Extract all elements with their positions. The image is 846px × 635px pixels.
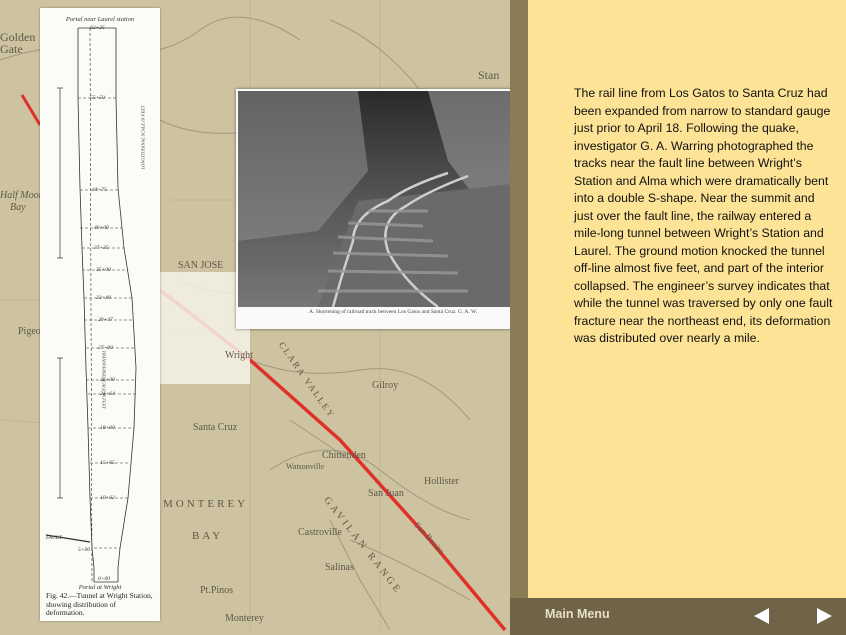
fault-label: FAULT bbox=[46, 535, 62, 541]
photo-caption: A. Shortening of railroad track between … bbox=[308, 309, 478, 315]
map-label-gilroy: Gilroy bbox=[372, 380, 399, 391]
map-label-chittenden: Chittenden bbox=[322, 450, 366, 461]
next-page-button[interactable] bbox=[814, 606, 834, 626]
right-arrow-icon bbox=[817, 608, 832, 624]
station-label: 21+64 bbox=[100, 391, 115, 397]
diagram-bottom-label: Portal at Wright bbox=[78, 584, 122, 591]
map-label-pt-pinos: Pt.Pinos bbox=[200, 585, 234, 596]
map-label-san-juan: San Juan bbox=[368, 488, 404, 499]
map-label-pigeon: Pigeo bbox=[18, 326, 41, 337]
station-label: 44+75 bbox=[92, 187, 107, 193]
station-label: 29+47 bbox=[98, 317, 113, 323]
station-label: 10+62 bbox=[100, 495, 115, 501]
map-label-castroville: Castroville bbox=[298, 527, 342, 538]
long-scale-label: LONGITUDINAL SCALE IN FEET bbox=[140, 105, 146, 170]
prev-page-button[interactable] bbox=[752, 606, 772, 626]
map-label-santa-cruz: Santa Cruz bbox=[193, 422, 238, 433]
station-label: 0+00 bbox=[98, 576, 110, 582]
station-label: 35+00 bbox=[96, 267, 111, 273]
panel-divider bbox=[510, 0, 528, 635]
photo-image bbox=[238, 91, 548, 307]
map-label-san-jose: SAN JOSE bbox=[178, 260, 224, 271]
photo-illustration bbox=[238, 91, 548, 307]
map-label-wright: Wright bbox=[225, 350, 253, 361]
station-label: 40+00 bbox=[94, 225, 109, 231]
map-label-monterey-bay: MONTEREY bbox=[163, 498, 249, 510]
station-label: 15+65 bbox=[100, 460, 115, 466]
map-label-salinas: Salinas bbox=[325, 562, 354, 573]
station-label: 5+00 bbox=[78, 547, 90, 553]
railroad-photo: A. Shortening of railroad track between … bbox=[236, 89, 550, 329]
map-label-half-moon: Half Moon bbox=[0, 190, 44, 201]
station-label: 55+50 bbox=[90, 95, 105, 101]
diagram-caption: Fig. 42.—Tunnel at Wright Station, showi… bbox=[46, 591, 153, 617]
station-label: 25+00 bbox=[100, 377, 115, 383]
map-label-gate: Gate bbox=[0, 42, 23, 56]
map-label-watsonville: Watsonville bbox=[286, 462, 325, 471]
tunnel-diagram: Portal near Laurel station LONGITUDINAL … bbox=[40, 8, 160, 621]
map-label-bay-water: BAY bbox=[192, 530, 224, 542]
station-label: 37+35 bbox=[94, 245, 109, 251]
station-label: 62+25 bbox=[90, 25, 105, 31]
main-menu-button[interactable]: Main Menu bbox=[545, 607, 610, 621]
station-label: 18+00 bbox=[100, 425, 115, 431]
map-label-bay: Bay bbox=[10, 202, 26, 213]
map-label-hollister: Hollister bbox=[424, 476, 459, 487]
body-text: The rail line from Los Gatos to Santa Cr… bbox=[574, 86, 833, 345]
station-label: 32+40 bbox=[96, 295, 111, 301]
trans-scale-label: TRANSVERSE SCALE IN FEET bbox=[101, 350, 107, 409]
left-arrow-icon bbox=[754, 608, 769, 624]
station-label: 27+00 bbox=[98, 345, 113, 351]
map-label-monterey: Monterey bbox=[225, 613, 264, 624]
map-label-stan: Stan bbox=[478, 68, 500, 82]
